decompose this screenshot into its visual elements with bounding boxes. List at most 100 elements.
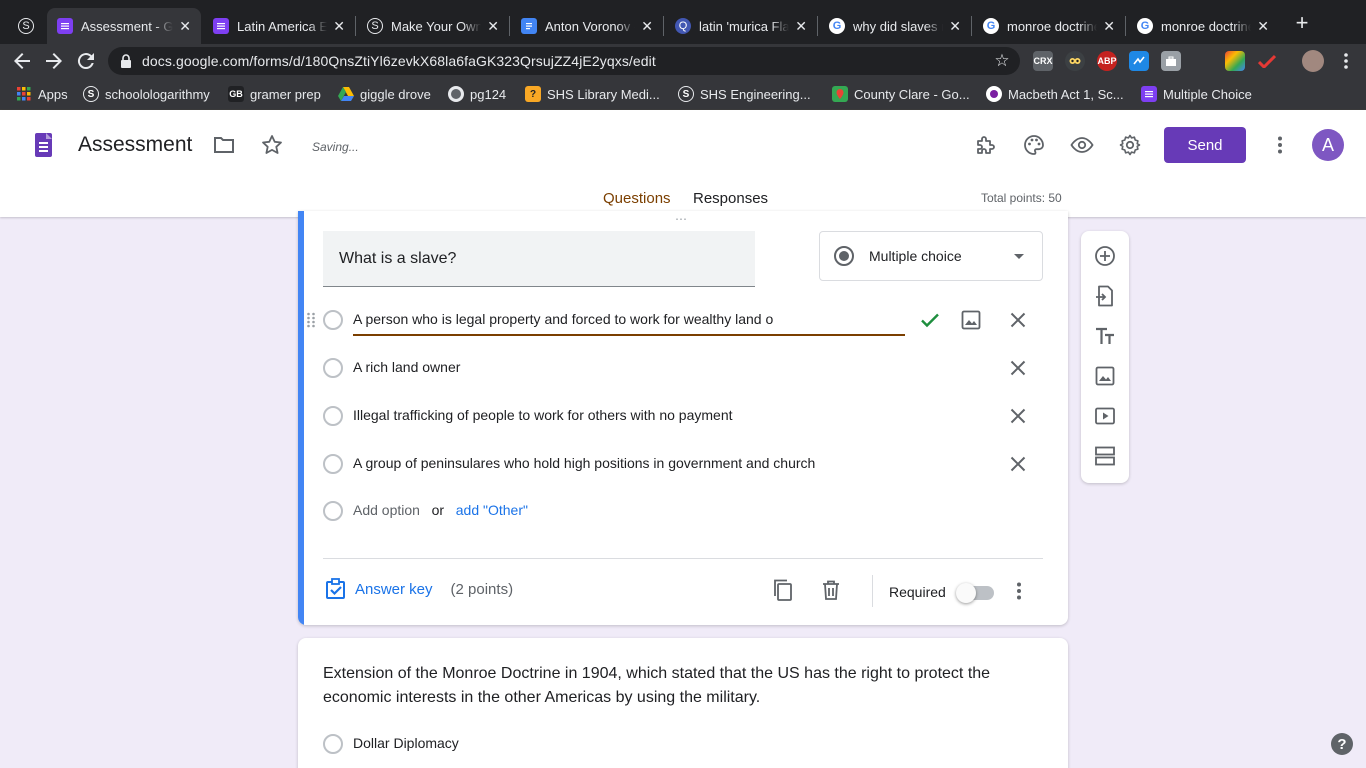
- browser-tab-quizlet[interactable]: Q latin 'murica Flashcards ✕: [665, 8, 817, 44]
- new-tab-icon[interactable]: +: [1292, 12, 1312, 36]
- bookmark-shs-library[interactable]: ? SHS Library Medi...: [525, 84, 660, 104]
- browser-tab-assessment[interactable]: Assessment - Google Forms ✕: [47, 8, 201, 44]
- color-extension-icon[interactable]: [1225, 51, 1245, 71]
- adblock-plus-icon[interactable]: ABP: [1097, 51, 1117, 71]
- close-icon[interactable]: ✕: [179, 18, 191, 35]
- briefcase-extension-icon[interactable]: [1161, 51, 1181, 71]
- bookmark-county-clare[interactable]: County Clare - Go...: [832, 84, 970, 104]
- option-text[interactable]: A rich land owner: [353, 359, 460, 375]
- profile-avatar-icon[interactable]: [1302, 50, 1324, 72]
- forward-arrow-icon[interactable]: [42, 49, 66, 73]
- image-icon[interactable]: [959, 308, 983, 332]
- forms-logo-icon[interactable]: [35, 133, 52, 157]
- more-options-icon[interactable]: [1007, 579, 1031, 603]
- address-bar[interactable]: docs.google.com/forms/d/180QnsZtiYl6zevk…: [108, 47, 1020, 75]
- add-question-icon[interactable]: [1093, 244, 1117, 268]
- question-card-active[interactable]: ⋯ What is a slave? Multiple choice A per…: [298, 211, 1068, 625]
- option-text[interactable]: A group of peninsulares who hold high po…: [353, 455, 815, 471]
- browser-tab-monroe-1[interactable]: G monroe doctrine ✕: [973, 8, 1125, 44]
- total-points: Total points: 50: [981, 191, 1062, 205]
- add-title-text-icon[interactable]: [1093, 324, 1117, 348]
- tab-questions[interactable]: Questions: [603, 190, 671, 207]
- option-row[interactable]: Illegal trafficking of people to work fo…: [323, 404, 1043, 428]
- check-icon[interactable]: [918, 308, 942, 332]
- folder-icon[interactable]: [212, 133, 236, 157]
- delete-trash-icon[interactable]: [819, 578, 843, 602]
- import-questions-icon[interactable]: [1093, 284, 1117, 308]
- back-arrow-icon[interactable]: [10, 49, 34, 73]
- bookmark-star-icon[interactable]: ☆: [992, 51, 1012, 71]
- help-icon[interactable]: ?: [1331, 733, 1353, 755]
- tab-responses[interactable]: Responses: [693, 190, 768, 207]
- option-row[interactable]: Dollar Diplomacy: [323, 732, 723, 756]
- remove-option-icon[interactable]: [1006, 308, 1030, 332]
- bookmark-macbeth[interactable]: Macbeth Act 1, Sc...: [986, 84, 1124, 104]
- remove-option-icon[interactable]: [1006, 452, 1030, 476]
- close-icon[interactable]: ✕: [949, 18, 961, 35]
- drag-handle-icon[interactable]: ⋯: [675, 213, 691, 225]
- account-avatar[interactable]: A: [1312, 129, 1344, 161]
- bookmark-apps[interactable]: Apps: [16, 84, 68, 104]
- bookmark-gramer-prep[interactable]: GB gramer prep: [228, 84, 321, 104]
- option-text[interactable]: Illegal trafficking of people to work fo…: [353, 407, 733, 423]
- browser-tab-monroe-2[interactable]: G monroe doctrine ✕: [1127, 8, 1279, 44]
- option-row[interactable]: A person who is legal property and force…: [307, 308, 1043, 336]
- bookmark-multiple-choice[interactable]: Multiple Choice: [1141, 84, 1252, 104]
- form-title[interactable]: Assessment: [78, 133, 192, 157]
- quizlet-icon: Q: [675, 18, 691, 34]
- remove-option-icon[interactable]: [1006, 356, 1030, 380]
- add-section-icon[interactable]: [1093, 444, 1117, 468]
- browser-menu-icon[interactable]: [1334, 49, 1358, 73]
- footer-divider: [323, 558, 1043, 559]
- question-title: Extension of the Monroe Doctrine in 1904…: [323, 665, 991, 706]
- browser-tab-schoology[interactable]: S: [8, 8, 48, 44]
- close-icon[interactable]: ✕: [487, 18, 499, 35]
- add-video-icon[interactable]: [1093, 404, 1117, 428]
- bookmark-shs-engineering[interactable]: S SHS Engineering...: [678, 84, 811, 104]
- settings-gear-icon[interactable]: [1118, 133, 1142, 157]
- tab-title: why did slaves rebel: [853, 18, 943, 34]
- radio-button-icon: [323, 734, 343, 754]
- question-type-dropdown[interactable]: Multiple choice: [819, 231, 1043, 281]
- grammar-extension-icon[interactable]: [1129, 51, 1149, 71]
- preview-eye-icon[interactable]: [1070, 133, 1094, 157]
- radio-button-icon: [323, 454, 343, 474]
- browser-tab-anton-voronov[interactable]: Anton Voronov - Docs ✕: [511, 8, 663, 44]
- globe-icon: [448, 86, 464, 102]
- answer-key-button[interactable]: Answer key (2 points): [325, 578, 513, 600]
- add-other-link[interactable]: add "Other": [456, 502, 528, 518]
- star-icon[interactable]: [260, 133, 284, 157]
- send-button[interactable]: Send: [1164, 127, 1246, 163]
- browser-tab-latin-america[interactable]: Latin America Exit Ticket ✕: [203, 8, 355, 44]
- bookmark-pg124[interactable]: pg124: [448, 84, 506, 104]
- remove-option-icon[interactable]: [1006, 404, 1030, 428]
- option-text-input[interactable]: A person who is legal property and force…: [353, 311, 773, 327]
- close-icon[interactable]: ✕: [333, 18, 345, 35]
- bookmark-schoolologarithmy[interactable]: S schoolologarithmy: [83, 84, 210, 104]
- bookmark-giggle-drove[interactable]: giggle drove: [338, 84, 431, 104]
- owl-extension-icon[interactable]: [1065, 51, 1085, 71]
- browser-tab-why-did-slaves[interactable]: G why did slaves rebel ✕: [819, 8, 971, 44]
- google-icon: G: [1137, 18, 1153, 34]
- reload-icon[interactable]: [74, 49, 98, 73]
- drag-grip-icon[interactable]: [306, 312, 316, 328]
- close-icon[interactable]: ✕: [795, 18, 807, 35]
- close-icon[interactable]: ✕: [641, 18, 653, 35]
- browser-tab-make-your-own[interactable]: S Make Your Own ✕: [357, 8, 509, 44]
- required-toggle[interactable]: [956, 583, 976, 603]
- crx-extension-icon[interactable]: CRX: [1033, 51, 1053, 71]
- close-icon[interactable]: ✕: [1257, 18, 1269, 35]
- question-title-input[interactable]: What is a slave?: [323, 231, 755, 287]
- add-image-icon[interactable]: [1093, 364, 1117, 388]
- palette-icon[interactable]: [1022, 133, 1046, 157]
- add-option-input[interactable]: Add option: [353, 502, 420, 518]
- radio-button-icon: [323, 501, 343, 521]
- checkmark-extension-icon[interactable]: [1257, 51, 1277, 71]
- question-card[interactable]: Extension of the Monroe Doctrine in 1904…: [298, 638, 1068, 768]
- option-row[interactable]: A group of peninsulares who hold high po…: [323, 452, 1043, 476]
- close-icon[interactable]: ✕: [1103, 18, 1115, 35]
- add-ons-puzzle-icon[interactable]: [974, 133, 998, 157]
- more-options-icon[interactable]: [1268, 133, 1292, 157]
- option-row[interactable]: A rich land owner: [323, 356, 1043, 380]
- duplicate-icon[interactable]: [771, 578, 795, 602]
